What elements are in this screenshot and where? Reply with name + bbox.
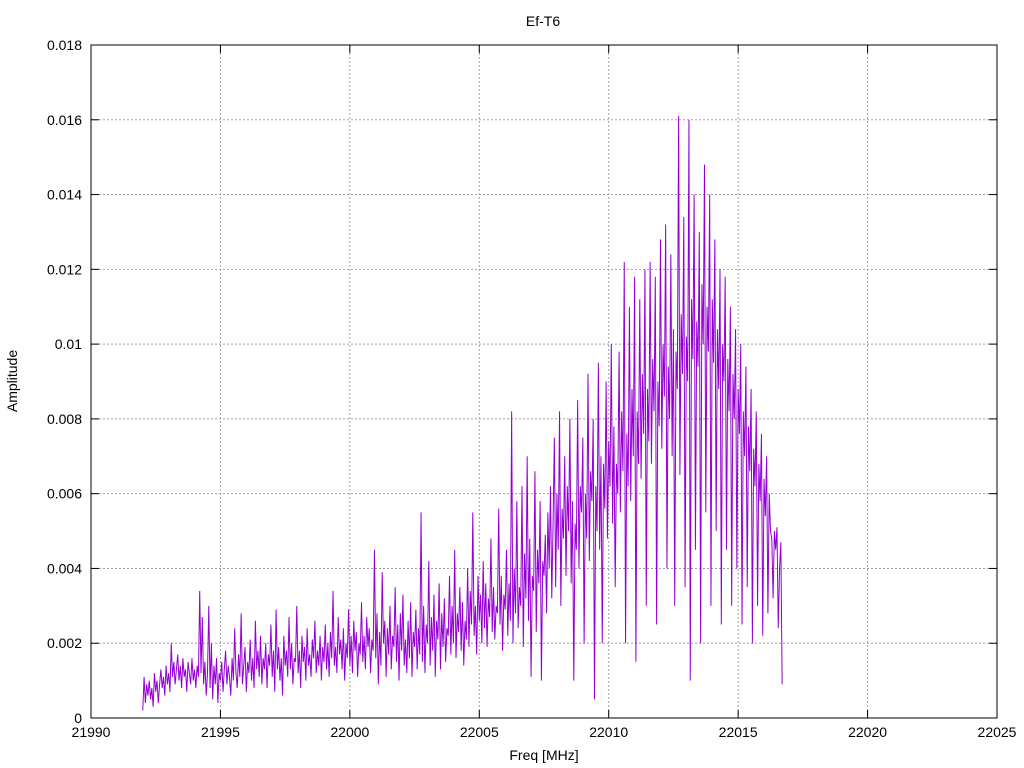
- x-tick-label: 22005: [460, 724, 499, 740]
- y-tick-labels: 0 0.002 0.004 0.006 0.008 0.01 0.012 0.014 0.016…: [47, 37, 82, 726]
- y-tick-label: 0.008: [47, 411, 82, 427]
- x-tick-labels: 21990 21995 22000 22005 22010 22015 22020 22025: [72, 724, 1017, 740]
- x-tick-label: 22025: [978, 724, 1017, 740]
- series-line: [142, 116, 783, 711]
- ticks: [90, 44, 998, 719]
- y-tick-label: 0.01: [55, 336, 82, 352]
- chart-title: Ef-T6: [526, 13, 560, 29]
- y-tick-label: 0: [74, 710, 82, 726]
- y-tick-label: 0.002: [47, 635, 82, 651]
- x-tick-label: 22000: [330, 724, 369, 740]
- x-tick-label: 22010: [589, 724, 628, 740]
- y-tick-label: 0.014: [47, 187, 82, 203]
- amplitude-chart: Ef-T6 21990 21995 22000 22005 22010 22015 2202…: [4, 13, 1017, 763]
- y-axis-label: Amplitude: [4, 350, 20, 412]
- series-layer: [142, 116, 783, 711]
- grid: [91, 45, 997, 718]
- y-tick-label: 0.004: [47, 560, 82, 576]
- y-tick-label: 0.006: [47, 486, 82, 502]
- x-tick-label: 21995: [201, 724, 240, 740]
- x-tick-label: 22015: [719, 724, 758, 740]
- x-tick-label: 21990: [72, 724, 111, 740]
- y-tick-label: 0.012: [47, 261, 82, 277]
- plot-frame: [90, 44, 998, 719]
- x-axis-label: Freq [MHz]: [509, 747, 578, 763]
- y-tick-label: 0.016: [47, 112, 82, 128]
- y-tick-label: 0.018: [47, 37, 82, 53]
- x-tick-label: 22020: [848, 724, 887, 740]
